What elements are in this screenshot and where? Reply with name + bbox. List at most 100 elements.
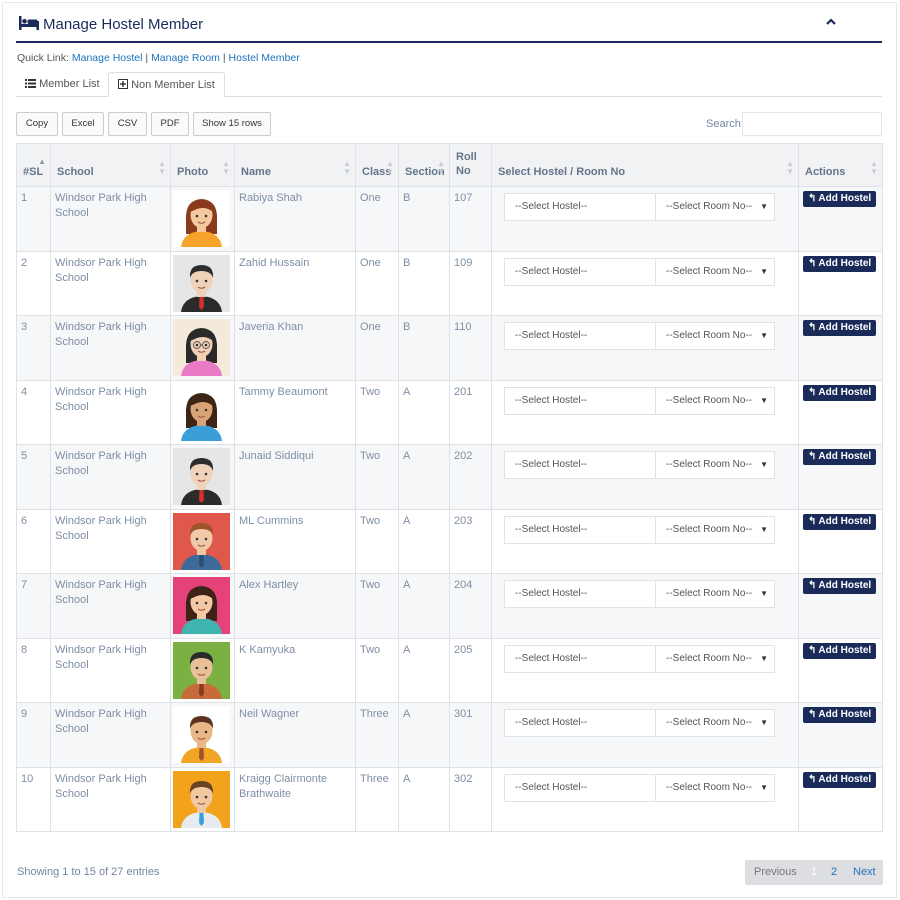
cell-roll: 202 — [449, 444, 492, 510]
page-1-button[interactable]: 1 — [811, 860, 817, 885]
tab-non-member-list[interactable]: Non Member List — [108, 72, 225, 97]
csv-button[interactable]: CSV — [108, 112, 147, 136]
sort-icon: ▲ ▼ — [222, 159, 230, 176]
select-room-dropdown[interactable]: --Select Room No-- ▼ — [655, 193, 775, 221]
table-row: 3 Windsor Park High School Javeria Khan One… — [16, 315, 883, 381]
add-hostel-button[interactable]: ↰ Add Hostel — [803, 642, 877, 659]
select-hostel-dropdown[interactable]: --Select Hostel-- — [504, 515, 656, 544]
reply-icon: ↰ — [808, 644, 817, 656]
select-hostel-dropdown[interactable]: --Select Hostel-- — [504, 709, 656, 737]
column-header-roll[interactable]: Roll No — [449, 143, 492, 187]
add-hostel-button[interactable]: ↰ Add Hostel — [803, 255, 877, 272]
add-hostel-button[interactable]: ↰ Add Hostel — [803, 449, 877, 465]
select-room-dropdown[interactable]: --Select Room No-- ▼ — [655, 322, 775, 350]
cell-sl: 8 — [16, 637, 51, 703]
page-2-button[interactable]: 2 — [831, 860, 837, 885]
hostel-room-select-group: --Select Hostel-- --Select Room No-- ▼ — [504, 644, 775, 673]
cell-select-hostel: --Select Hostel-- --Select Room No-- ▼ — [491, 379, 799, 445]
reply-icon: ↰ — [808, 515, 817, 527]
select-room-value: --Select Room No-- — [666, 459, 753, 470]
select-room-dropdown[interactable]: --Select Room No-- ▼ — [655, 580, 775, 608]
cell-class: Two — [355, 637, 399, 703]
add-hostel-button[interactable]: ↰ Add Hostel — [803, 578, 877, 594]
cell-section: A — [398, 637, 450, 703]
cell-section: A — [398, 702, 450, 768]
cell-photo — [170, 250, 235, 316]
select-hostel-dropdown[interactable]: --Select Hostel-- — [504, 644, 656, 673]
select-hostel-dropdown[interactable]: --Select Hostel-- — [504, 773, 656, 802]
select-room-dropdown[interactable]: --Select Room No-- ▼ — [655, 773, 775, 802]
tab-member-list[interactable]: Member List — [16, 72, 109, 97]
link-manage-room[interactable]: Manage Room — [151, 52, 220, 64]
sort-icon: ▲ ▼ — [437, 159, 445, 176]
select-room-value: --Select Room No-- — [666, 523, 753, 535]
link-hostel-member[interactable]: Hostel Member — [229, 52, 300, 64]
copy-button[interactable]: Copy — [16, 112, 58, 136]
caret-down-icon: ▼ — [760, 331, 768, 340]
pdf-button[interactable]: PDF — [151, 112, 189, 136]
cell-class: One — [355, 186, 399, 252]
sort-icon: ▲ ▼ — [158, 159, 166, 176]
cell-section: A — [398, 766, 450, 832]
cell-roll: 205 — [449, 637, 492, 703]
cell-section: B — [398, 186, 450, 252]
cell-roll: 109 — [449, 250, 492, 316]
search-label: Search: — [706, 118, 744, 130]
add-hostel-label: Add Hostel — [818, 580, 872, 591]
select-room-dropdown[interactable]: --Select Room No-- ▼ — [655, 515, 775, 544]
select-hostel-dropdown[interactable]: --Select Hostel-- — [504, 580, 656, 608]
select-hostel-dropdown[interactable]: --Select Hostel-- — [504, 193, 656, 221]
entries-info: Showing 1 to 15 of 27 entries — [17, 866, 160, 878]
cell-roll: 107 — [449, 186, 492, 252]
select-hostel-dropdown[interactable]: --Select Hostel-- — [504, 451, 656, 479]
next-page-button[interactable]: Next — [853, 860, 876, 885]
cell-select-hostel: --Select Hostel-- --Select Room No-- ▼ — [491, 702, 799, 768]
cell-section: B — [398, 250, 450, 316]
search-input[interactable] — [742, 112, 882, 136]
caret-down-icon: ▼ — [760, 782, 768, 792]
column-header-actions[interactable]: Actions ▲ ▼ — [798, 143, 883, 187]
cell-name: Kraigg Clairmonte Brathwaite — [234, 766, 356, 832]
cell-sl: 7 — [16, 573, 51, 639]
column-header-section[interactable]: Section ▲ ▼ — [398, 143, 450, 187]
select-room-dropdown[interactable]: --Select Room No-- ▼ — [655, 451, 775, 479]
select-room-dropdown[interactable]: --Select Room No-- ▼ — [655, 709, 775, 737]
column-header-select-hostel[interactable]: Select Hostel / Room No ▲ ▼ — [491, 143, 799, 187]
cell-photo — [170, 573, 235, 639]
add-hostel-button[interactable]: ↰ Add Hostel — [803, 384, 877, 401]
select-hostel-dropdown[interactable]: --Select Hostel-- — [504, 386, 656, 415]
cell-roll: 204 — [449, 573, 492, 639]
sort-icon: ▲ ▼ — [386, 159, 394, 176]
add-hostel-button[interactable]: ↰ Add Hostel — [803, 771, 877, 788]
select-hostel-dropdown[interactable]: --Select Hostel-- — [504, 257, 656, 286]
column-header-school[interactable]: School ▲ ▼ — [50, 143, 171, 187]
excel-button[interactable]: Excel — [62, 112, 104, 136]
chevron-up-icon[interactable] — [824, 15, 838, 29]
add-hostel-button[interactable]: ↰ Add Hostel — [803, 513, 877, 530]
select-room-dropdown[interactable]: --Select Room No-- ▼ — [655, 257, 775, 286]
select-room-value: --Select Room No-- — [666, 781, 753, 793]
link-manage-hostel[interactable]: Manage Hostel — [72, 52, 143, 64]
column-header-class[interactable]: Class ▲ ▼ — [355, 143, 399, 187]
caret-down-icon: ▼ — [760, 524, 768, 534]
add-hostel-button[interactable]: ↰ Add Hostel — [803, 320, 877, 336]
add-hostel-button[interactable]: ↰ Add Hostel — [803, 191, 877, 207]
cell-name: Junaid Siddiqui — [234, 444, 356, 510]
quick-links: Quick Link: Manage Hostel | Manage Room … — [17, 52, 300, 64]
show-rows-button[interactable]: Show 15 rows — [193, 112, 271, 136]
column-header-photo[interactable]: Photo ▲ ▼ — [170, 143, 235, 187]
select-room-value: --Select Room No-- — [666, 201, 753, 212]
cell-name: Javeria Khan — [234, 315, 356, 381]
add-hostel-button[interactable]: ↰ Add Hostel — [803, 707, 877, 723]
column-header-name[interactable]: Name ▲ ▼ — [234, 143, 356, 187]
quick-link-label: Quick Link: — [17, 52, 69, 64]
previous-page-button[interactable]: Previous — [754, 860, 797, 885]
select-hostel-dropdown[interactable]: --Select Hostel-- — [504, 322, 656, 350]
cell-sl: 4 — [16, 379, 51, 445]
select-room-dropdown[interactable]: --Select Room No-- ▼ — [655, 386, 775, 415]
select-room-dropdown[interactable]: --Select Room No-- ▼ — [655, 644, 775, 673]
column-header-sl[interactable]: #SL ▲ — [16, 143, 51, 187]
select-room-value: --Select Room No-- — [666, 588, 753, 599]
reply-icon: ↰ — [808, 709, 817, 720]
hostel-room-select-group: --Select Hostel-- --Select Room No-- ▼ — [504, 773, 775, 802]
